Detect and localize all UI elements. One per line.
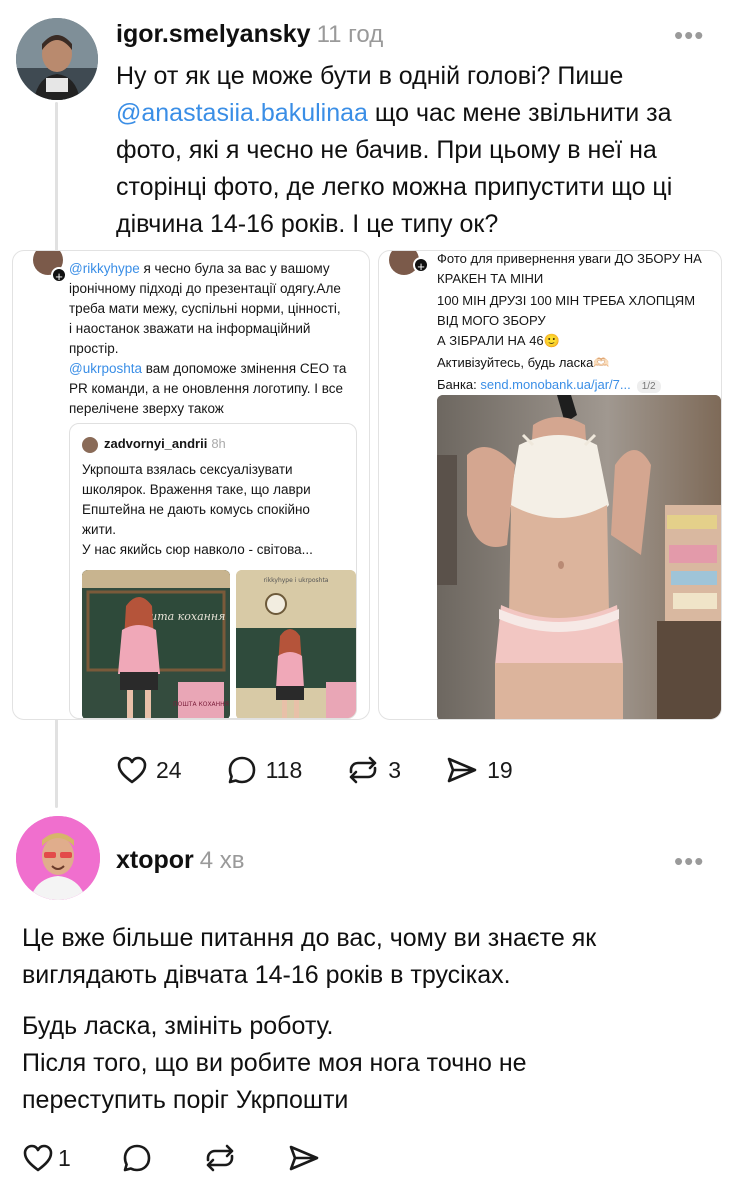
quote-line: школярок. Враження таке, що лаври <box>82 482 311 497</box>
post-igor: igor.smelyansky 11 год ••• Ну от як це мо… <box>0 0 734 810</box>
comment-bubble-icon <box>226 754 258 786</box>
shot-line: 100 МІН ДРУЗІ 100 МІН ТРЕБА ХЛОПЦЯМ <box>437 293 696 308</box>
more-horizontal-icon[interactable]: ••• <box>674 22 704 48</box>
username-text[interactable]: igor.smelyansky <box>116 20 311 48</box>
quote-line: жити. <box>82 522 117 537</box>
avatar[interactable] <box>16 18 98 100</box>
quote-photo-2: rikkyhype i ukrposhta <box>236 570 356 718</box>
shot-line: перелічене зверху також <box>69 401 224 416</box>
post-actions: 1 <box>22 1142 365 1174</box>
shot-line: Активізуйтесь, будь ласка🫶🏻 <box>437 355 610 370</box>
shot-line: вам допоможе змінення СЕО та <box>142 361 347 376</box>
follow-plus-icon: + <box>51 267 67 284</box>
screenshot-caption: Фото для привернення уваги ДО ЗБОРУ НА К… <box>437 251 721 397</box>
repost-icon <box>346 754 380 786</box>
shot-mention: @ukrposhta <box>69 361 142 376</box>
shot-line: А ЗІБРАЛИ НА 46🙂 <box>437 333 560 348</box>
screenshot-comment: @rikkyhype я чесно була за вас у вашому … <box>69 259 369 419</box>
post-xtopor: xtopor 4 хв ••• Це вже більше питання до … <box>0 812 734 1200</box>
follow-plus-icon: + <box>413 257 429 274</box>
body-line: Після того, що ви робите моя нога точно … <box>22 1049 527 1077</box>
quote-line: У нас якийсь сюр навколо - світова... <box>82 542 313 557</box>
body-line: Ну от як це може бути в одній голові? Пи… <box>116 62 624 90</box>
mention-link[interactable]: @anastasiia.bakulinaa <box>116 99 368 127</box>
attached-image-right[interactable]: + Фото для привернення уваги ДО ЗБОРУ НА… <box>378 250 722 720</box>
body-line: виглядають дівчата 14-16 років в трусіка… <box>22 961 511 989</box>
box-label: ПОШТА КОХАННЯ <box>173 701 229 708</box>
shot-mention: @rikkyhype <box>69 261 140 276</box>
like-count: 24 <box>156 756 182 783</box>
more-horizontal-icon[interactable]: ••• <box>674 848 704 874</box>
repost-count: 3 <box>388 756 402 783</box>
share-button[interactable] <box>287 1143 321 1173</box>
username-text[interactable]: xtopor <box>116 846 194 874</box>
comment-button[interactable] <box>121 1142 153 1174</box>
shot-line: КРАКЕН ТА МІНИ <box>437 271 544 286</box>
username[interactable]: igor.smelyansky 11 год <box>116 20 383 49</box>
bank-label: Банка: <box>437 377 481 392</box>
post-time: 11 год <box>316 21 384 48</box>
body-line: @anastasiia.bakulinaa що час мене звільн… <box>116 95 716 132</box>
bank-link: send.monobank.ua/jar/7... <box>480 377 631 392</box>
shot-line: PR команди, а не оновлення логотипу. І в… <box>69 381 343 396</box>
quote-text: Укрпошта взялась сексуалізувати школярок… <box>82 460 352 560</box>
shot-line: ВІД МОГО ЗБОРУ <box>437 313 546 328</box>
post-time: 4 хв <box>199 847 245 874</box>
shot-line: Фото для привернення уваги ДО ЗБОРУ НА <box>437 251 702 266</box>
quote-line: Епштейна не дають комусь спокійно <box>82 502 310 517</box>
comment-button[interactable]: 118 <box>226 754 303 786</box>
photo-caption: rikkyhype i ukrposhta <box>264 577 329 584</box>
attached-image-left[interactable]: + @rikkyhype я чесно була за вас у вашом… <box>12 250 370 720</box>
send-icon <box>445 755 479 785</box>
post-body: Ну от як це може бути в одній голові? Пи… <box>116 58 716 243</box>
share-count: 19 <box>487 756 513 783</box>
body-line: сторінці фото, де легко можна припустити… <box>116 173 673 201</box>
avatar[interactable] <box>16 816 100 900</box>
quote-line: Укрпошта взялась сексуалізувати <box>82 462 293 477</box>
mirror-selfie-photo <box>437 395 721 719</box>
heart-icon <box>116 755 148 785</box>
username[interactable]: xtopor 4 хв <box>116 846 245 875</box>
like-count: 1 <box>58 1144 71 1171</box>
comment-bubble-icon <box>121 1142 153 1174</box>
share-button[interactable]: 19 <box>445 755 513 785</box>
shot-line: я чесно була за вас у вашому <box>139 261 330 276</box>
shot-line: іронічному підході до презентації одягу.… <box>69 281 341 296</box>
post-body: Це вже більше питання до вас, чому ви зн… <box>22 920 722 1119</box>
shot-line: треба мати межу, суспільні норми, ціннос… <box>69 301 341 316</box>
repost-button[interactable]: 3 <box>346 754 401 786</box>
like-button[interactable]: 1 <box>22 1143 71 1173</box>
body-line-rest: що час мене звільнити за <box>367 99 672 127</box>
send-icon <box>287 1143 321 1173</box>
quote-avatar <box>82 437 98 453</box>
body-line: переступить поріг Укрпошти <box>22 1086 349 1114</box>
image-pager: 1/2 <box>636 380 661 393</box>
body-line: Будь ласка, змініть роботу. <box>22 1012 334 1040</box>
body-line: Це вже більше питання до вас, чому ви зн… <box>22 924 597 952</box>
quote-photo-1: Пошта кохання ПОШТА КОХАННЯ <box>82 570 230 718</box>
shot-line: і наостанок зважати на інформаційний <box>69 321 311 336</box>
like-button[interactable]: 24 <box>116 755 182 785</box>
quoted-post: zadvornyi_andrii 8h Укрпошта взялась секс… <box>69 423 357 719</box>
repost-icon <box>203 1142 237 1174</box>
comment-count: 118 <box>265 756 303 783</box>
heart-icon <box>22 1143 54 1173</box>
quote-username: zadvornyi_andrii 8h <box>104 436 226 451</box>
shot-line: простір. <box>69 341 119 356</box>
body-line: фото, які я чесно не бачив. При цьому в … <box>116 136 657 164</box>
quote-time: 8h <box>211 436 226 451</box>
body-line: дівчина 14-16 років. І це типу ок? <box>116 210 499 238</box>
post-actions: 24 118 3 19 <box>116 754 557 786</box>
repost-button[interactable] <box>203 1142 237 1174</box>
quote-username-text: zadvornyi_andrii <box>104 436 208 451</box>
